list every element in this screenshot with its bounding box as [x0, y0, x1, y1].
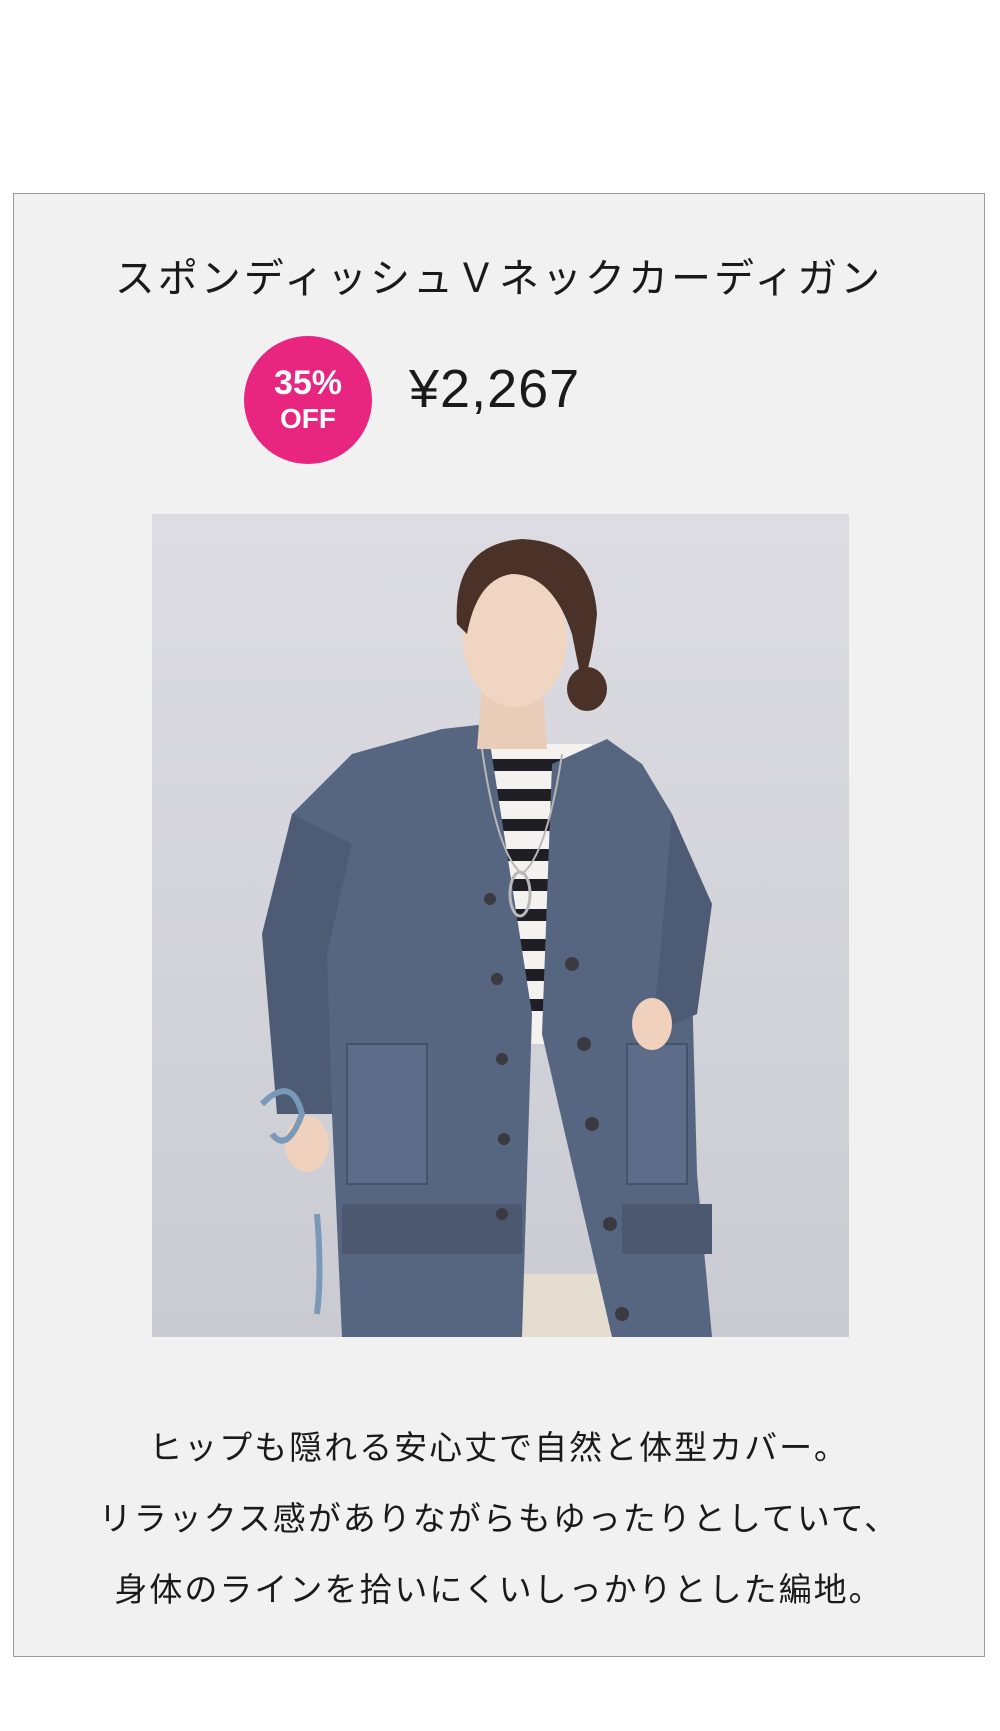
product-photo[interactable] [152, 514, 849, 1337]
product-card: スポンディッシュＶネックカーディガン 35% OFF ¥2,267 ヒップも隠れ… [13, 193, 985, 1657]
discount-percent: 35% [273, 364, 343, 403]
product-description: ヒップも隠れる安心丈で自然と体型カバー。 リラックス感がありながらもゆったりとし… [14, 1412, 984, 1625]
description-line: ヒップも隠れる安心丈で自然と体型カバー。 [149, 1428, 849, 1467]
product-price: ¥2,267 [409, 359, 581, 419]
price-row: 35% OFF ¥2,267 [14, 336, 984, 464]
model-illustration [259, 539, 712, 1337]
discount-off-label: OFF [280, 403, 336, 435]
discount-badge: 35% OFF [244, 336, 372, 464]
product-title: スポンディッシュＶネックカーディガン [114, 256, 884, 302]
description-line: リラックス感がありながらもゆったりとしていて、 [98, 1499, 900, 1538]
description-line: 身体のラインを拾いにくいしっかりとした編地。 [114, 1570, 884, 1609]
